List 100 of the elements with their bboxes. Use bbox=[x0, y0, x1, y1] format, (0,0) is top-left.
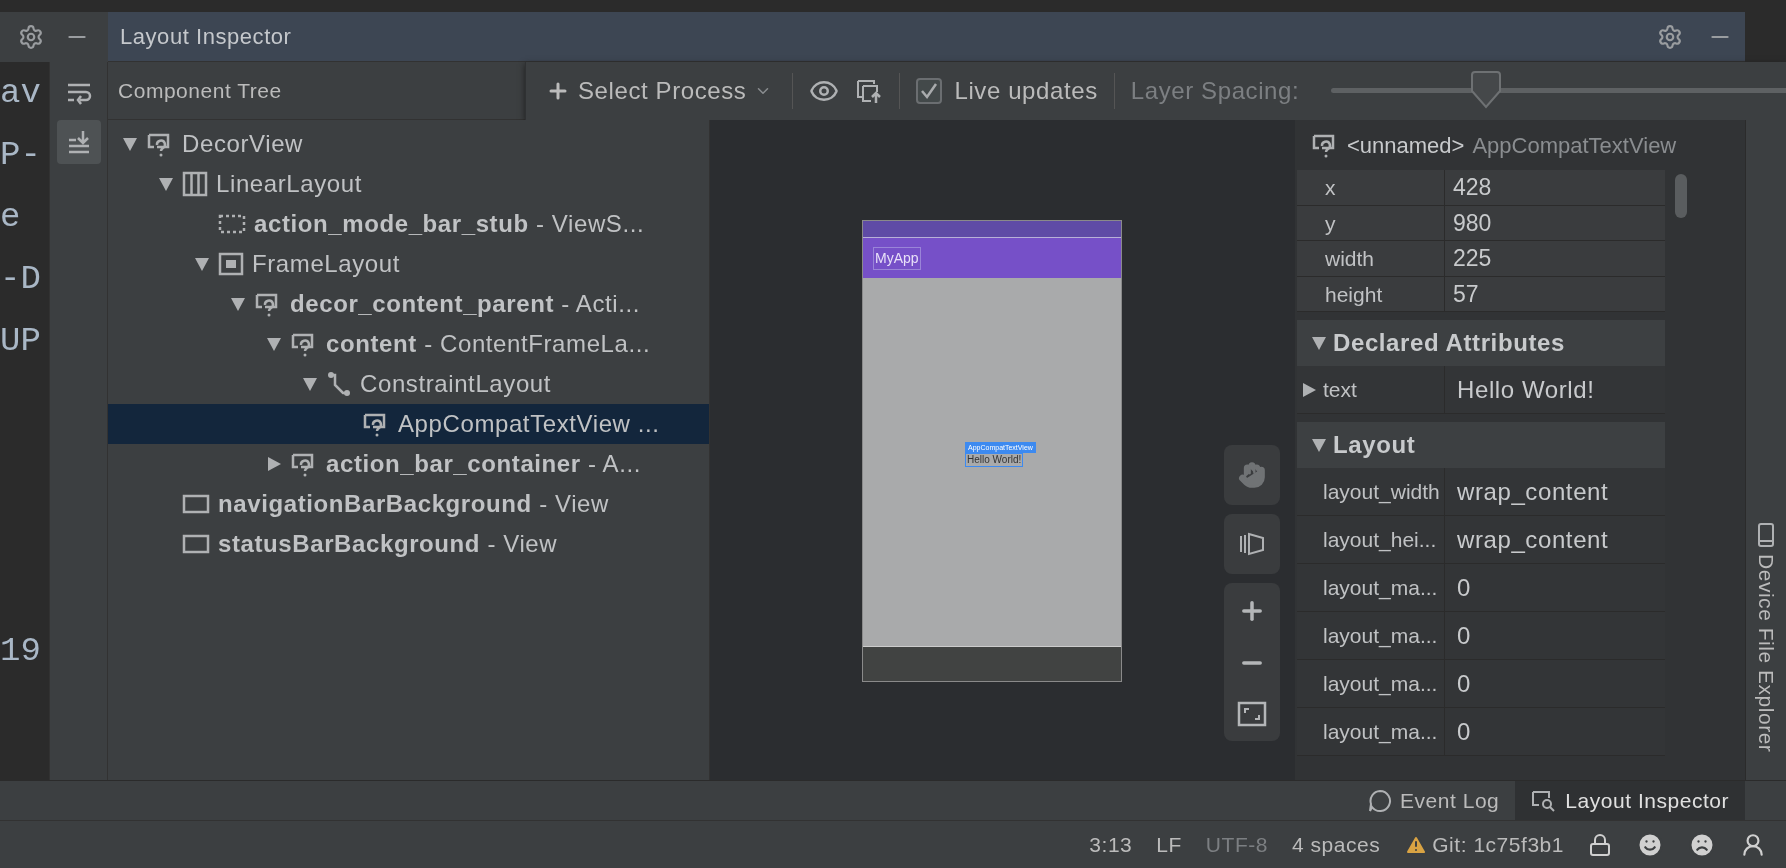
tree-node-label: ConstraintLayout bbox=[360, 369, 552, 399]
tree-node-label: FrameLayout bbox=[252, 249, 400, 279]
collapse-triangle-icon[interactable] bbox=[266, 336, 282, 352]
tool-window-tab[interactable]: Event Log bbox=[1352, 781, 1516, 820]
cursor-position[interactable]: 3:13 bbox=[1089, 828, 1133, 861]
phone-icon bbox=[1757, 521, 1775, 548]
speech-bubble-icon bbox=[1368, 788, 1393, 813]
tool-window-tab[interactable]: Layout Inspector bbox=[1515, 781, 1745, 820]
dashed-rectangle-icon bbox=[218, 214, 246, 234]
tree-row[interactable]: FrameLayout bbox=[108, 244, 709, 284]
section-header[interactable]: Declared Attributes bbox=[1297, 320, 1665, 366]
tree-row[interactable]: statusBarBackground - View bbox=[108, 524, 709, 564]
property-value: 428 bbox=[1452, 173, 1493, 202]
property-value: wrap_content bbox=[1456, 477, 1610, 507]
collapse-triangle-icon[interactable] bbox=[302, 376, 318, 392]
tree-node-label: statusBarBackground - View bbox=[218, 529, 558, 559]
code-fragment: -D bbox=[0, 259, 42, 300]
git-branch[interactable]: Git: 1c75f3b1 bbox=[1432, 828, 1564, 861]
code-fragment: UP bbox=[0, 321, 42, 362]
layer-spacing-label: Layer Spacing: bbox=[1129, 76, 1301, 106]
tab-label: Layout Inspector bbox=[1565, 787, 1729, 814]
tree-row[interactable]: content - ContentFrameLa... bbox=[108, 324, 709, 364]
property-value: 0 bbox=[1456, 573, 1472, 603]
property-value: 0 bbox=[1456, 717, 1472, 747]
property-value: 0 bbox=[1456, 621, 1472, 651]
scroll-to-end-button[interactable] bbox=[56, 120, 101, 164]
pan-button[interactable] bbox=[1224, 445, 1280, 505]
section-title: Layout bbox=[1333, 430, 1416, 460]
checkmark-icon bbox=[920, 82, 939, 100]
app-title: MyApp bbox=[873, 246, 921, 270]
scrollbar-thumb[interactable] bbox=[1675, 174, 1687, 218]
collapse-triangle-icon[interactable] bbox=[158, 176, 174, 192]
code-fragment: av bbox=[0, 73, 42, 114]
component-tree-title: Component Tree bbox=[118, 77, 282, 104]
property-value: 57 bbox=[1452, 279, 1480, 309]
property-name: layout_ma... bbox=[1323, 718, 1438, 746]
tree-node-label: LinearLayout bbox=[216, 169, 362, 199]
settings-icon[interactable] bbox=[18, 24, 44, 50]
property-name: height bbox=[1297, 276, 1445, 311]
code-fragment: P- bbox=[0, 135, 42, 176]
property-name: layout_ma... bbox=[1323, 670, 1438, 698]
property-name: layout_ma... bbox=[1323, 574, 1438, 602]
line-separator[interactable]: LF bbox=[1156, 828, 1182, 861]
slider-thumb[interactable] bbox=[1468, 71, 1503, 111]
tab-label: Event Log bbox=[1400, 787, 1500, 814]
expand-triangle-icon[interactable] bbox=[266, 456, 282, 472]
rectangle-icon bbox=[182, 494, 210, 514]
tree-row[interactable]: DecorView bbox=[108, 124, 709, 164]
collapse-triangle-icon[interactable] bbox=[122, 136, 138, 152]
tree-row[interactable]: LinearLayout bbox=[108, 164, 709, 204]
section-header[interactable]: Layout bbox=[1297, 422, 1665, 468]
tree-row[interactable]: AppCompatTextView ... bbox=[108, 404, 709, 444]
tree-row[interactable]: navigationBarBackground - View bbox=[108, 484, 709, 524]
property-value: 980 bbox=[1452, 208, 1493, 238]
tree-row[interactable]: action_mode_bar_stub - ViewS... bbox=[108, 204, 709, 244]
tree-node-label: action_mode_bar_stub - ViewS... bbox=[254, 209, 645, 239]
tree-row[interactable]: decor_content_parent - Acti... bbox=[108, 284, 709, 324]
tree-node-label: content - ContentFrameLa... bbox=[326, 329, 651, 359]
code-fragment: 19 bbox=[0, 631, 42, 672]
collapse-triangle-icon[interactable] bbox=[194, 256, 210, 272]
tree-row[interactable]: ConstraintLayout bbox=[108, 364, 709, 404]
hello-world-text[interactable]: Hello World! bbox=[965, 453, 1024, 467]
constraint-icon bbox=[326, 371, 352, 397]
settings-icon[interactable] bbox=[1657, 23, 1683, 50]
tree-node-label: decor_content_parent - Acti... bbox=[290, 289, 641, 319]
frame-icon bbox=[218, 252, 244, 276]
rotate-view-button[interactable] bbox=[1224, 514, 1280, 574]
code-fragment: e bbox=[0, 197, 22, 238]
view-id: <unnamed> bbox=[1347, 131, 1465, 160]
property-name: layout_width bbox=[1323, 478, 1440, 506]
property-name: layout_ma... bbox=[1323, 622, 1438, 650]
property-value: Hello World! bbox=[1456, 375, 1596, 405]
view-class: AppCompatTextView bbox=[1472, 131, 1677, 160]
property-name: text bbox=[1323, 376, 1357, 403]
collapse-triangle-icon[interactable] bbox=[230, 296, 246, 312]
property-value: 0 bbox=[1456, 669, 1472, 699]
property-name: layout_hei... bbox=[1323, 526, 1437, 554]
layer-spacing-slider[interactable] bbox=[1331, 71, 1786, 111]
tree-node-label: AppCompatTextView ... bbox=[398, 409, 660, 439]
hand-icon bbox=[1238, 461, 1266, 489]
property-name: width bbox=[1297, 241, 1445, 276]
property-name: y bbox=[1297, 205, 1445, 240]
live-updates-checkbox[interactable] bbox=[916, 78, 943, 104]
panel-title: Layout Inspector bbox=[120, 23, 292, 51]
person-icon[interactable] bbox=[1740, 831, 1766, 858]
indent-setting[interactable]: 4 spaces bbox=[1292, 828, 1381, 861]
expand-triangle-icon[interactable] bbox=[1301, 381, 1317, 398]
select-process-button[interactable]: Select Process bbox=[526, 73, 793, 109]
collapse-triangle-icon[interactable] bbox=[1311, 335, 1327, 351]
layers-icon bbox=[1238, 530, 1266, 558]
unlock-icon[interactable] bbox=[1588, 832, 1612, 857]
tree-row[interactable]: action_bar_container - A... bbox=[108, 444, 709, 484]
columns-icon bbox=[182, 171, 208, 197]
property-value: 225 bbox=[1452, 244, 1493, 273]
tree-node-label: navigationBarBackground - View bbox=[218, 489, 609, 519]
property-name: x bbox=[1297, 170, 1445, 205]
rectangle-icon bbox=[182, 534, 210, 554]
section-title: Declared Attributes bbox=[1333, 328, 1565, 358]
fit-screen-icon[interactable] bbox=[1237, 701, 1267, 727]
collapse-triangle-icon[interactable] bbox=[1311, 437, 1327, 453]
